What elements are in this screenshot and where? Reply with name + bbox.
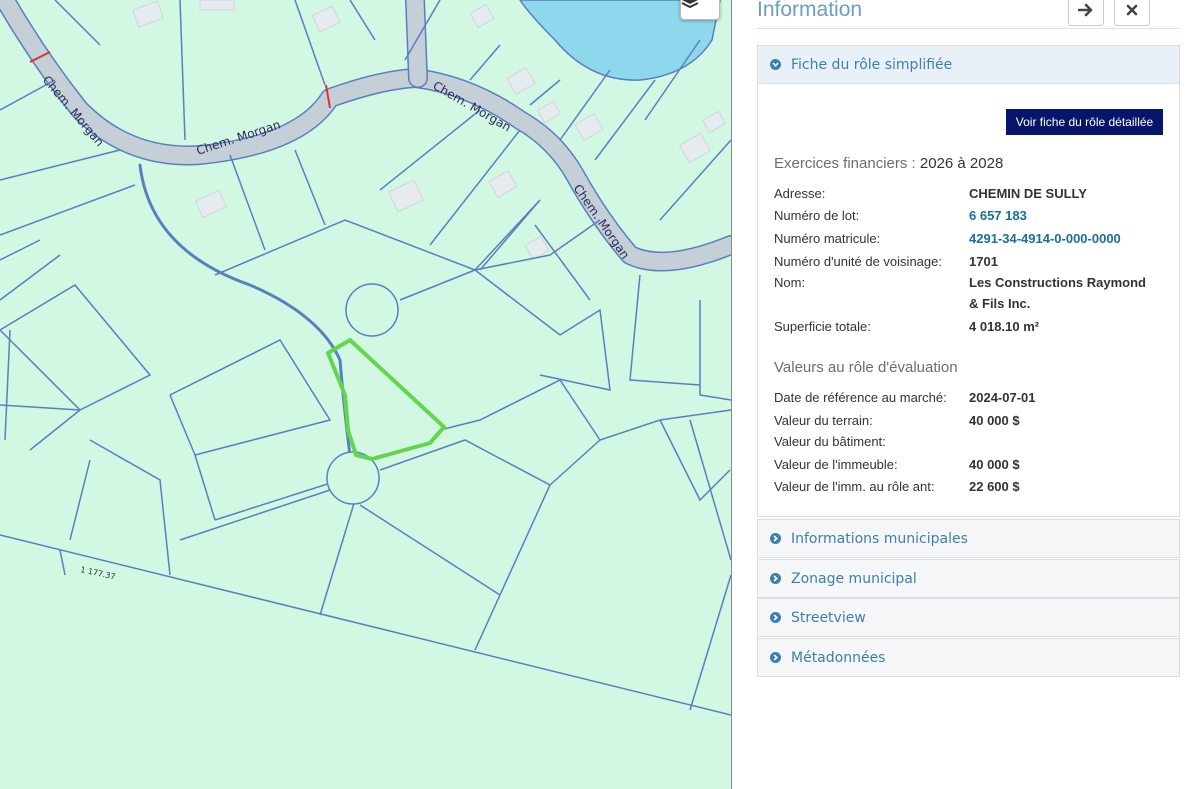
detailed-role-button[interactable]: Voir fiche du rôle détaillée <box>1006 109 1163 135</box>
arrow-right-icon <box>1078 3 1093 17</box>
fiche-accordion: Fiche du rôle simplifiée Voir fiche du r… <box>757 45 1180 517</box>
row-label: Valeur de l'immeuble: <box>774 457 898 472</box>
section-label: Informations municipales <box>791 530 968 547</box>
row-label: Date de référence au marché: <box>774 390 947 405</box>
parcel-lines <box>0 0 731 716</box>
neighbourhood-unit-value: 1701 <box>969 254 998 269</box>
chevron-down-icon <box>770 59 781 70</box>
forward-button[interactable] <box>1068 0 1104 26</box>
row-label: Numéro de lot: <box>774 208 860 223</box>
owner-name-value: Les Constructions Raymond <box>969 275 1146 290</box>
info-panel: Information Fiche du rôle simplifiée Voi… <box>732 0 1200 789</box>
streetview-accordion[interactable]: Streetview <box>757 598 1180 637</box>
section-label: Zonage municipal <box>791 570 917 587</box>
cul-de-sac <box>345 283 399 337</box>
chevron-right-icon <box>770 652 781 663</box>
valeurs-heading: Valeurs au rôle d'évaluation <box>774 359 958 376</box>
chevron-right-icon <box>770 612 781 623</box>
street-label: Chem. Morgan <box>40 73 107 149</box>
exercices-heading: Exercices financiers : 2026 à 2028 <box>774 155 1003 172</box>
municipal-info-accordion[interactable]: Informations municipales <box>757 519 1180 558</box>
exercices-label: Exercices financiers : <box>774 155 916 172</box>
property-value: 40 000 $ <box>969 457 1020 472</box>
chevron-right-icon <box>770 573 781 584</box>
layers-button[interactable] <box>680 0 720 20</box>
map-canvas[interactable]: Chem. Morgan Chem. Morgan Chem. Morgan C… <box>0 0 731 789</box>
owner-name-value-line2: & Fils Inc. <box>969 296 1031 311</box>
row-label: Numéro matricule: <box>774 231 881 246</box>
address-value: CHEMIN DE SULLY <box>969 186 1087 201</box>
layers-icon <box>681 0 699 9</box>
map-view[interactable]: Chem. Morgan Chem. Morgan Chem. Morgan C… <box>0 0 732 789</box>
reference-date-value: 2024-07-01 <box>969 390 1036 405</box>
chevron-right-icon <box>770 533 781 544</box>
fiche-accordion-header[interactable]: Fiche du rôle simplifiée <box>758 46 1179 84</box>
row-label: Superficie totale: <box>774 319 871 334</box>
fiche-accordion-label: Fiche du rôle simplifiée <box>791 56 953 73</box>
metadata-header[interactable]: Métadonnées <box>758 639 1179 676</box>
land-value: 40 000 $ <box>969 413 1020 428</box>
section-label: Métadonnées <box>791 649 886 666</box>
panel-title: Information <box>757 0 863 21</box>
matricule-link[interactable]: 4291-34-4914-0-000-0000 <box>969 228 1121 249</box>
street-label: Chem. Morgan <box>571 182 633 262</box>
row-label: Valeur du bâtiment: <box>774 434 886 449</box>
zoning-header[interactable]: Zonage municipal <box>758 560 1179 597</box>
title-divider <box>757 28 1180 29</box>
municipal-info-header[interactable]: Informations municipales <box>758 520 1179 557</box>
lot-number-link[interactable]: 6 657 183 <box>969 205 1027 226</box>
previous-roll-value: 22 600 $ <box>969 479 1020 494</box>
close-button[interactable] <box>1114 0 1150 26</box>
measurement-label: 1 177.37 <box>80 565 117 581</box>
row-label: Adresse: <box>774 186 826 201</box>
total-area-value: 4 018.10 m² <box>969 319 1040 334</box>
row-label: Valeur du terrain: <box>774 413 873 428</box>
section-label: Streetview <box>791 609 866 626</box>
streetview-header[interactable]: Streetview <box>758 599 1179 636</box>
zoning-accordion[interactable]: Zonage municipal <box>757 559 1180 598</box>
selected-parcel[interactable] <box>326 338 446 461</box>
metadata-accordion[interactable]: Métadonnées <box>757 638 1180 677</box>
close-icon <box>1126 4 1138 16</box>
exercices-value: 2026 à 2028 <box>919 155 1004 172</box>
row-label: Nom: <box>774 275 806 290</box>
row-label: Numéro d'unité de voisinage: <box>774 254 942 269</box>
row-label: Valeur de l'imm. au rôle ant: <box>774 479 935 494</box>
